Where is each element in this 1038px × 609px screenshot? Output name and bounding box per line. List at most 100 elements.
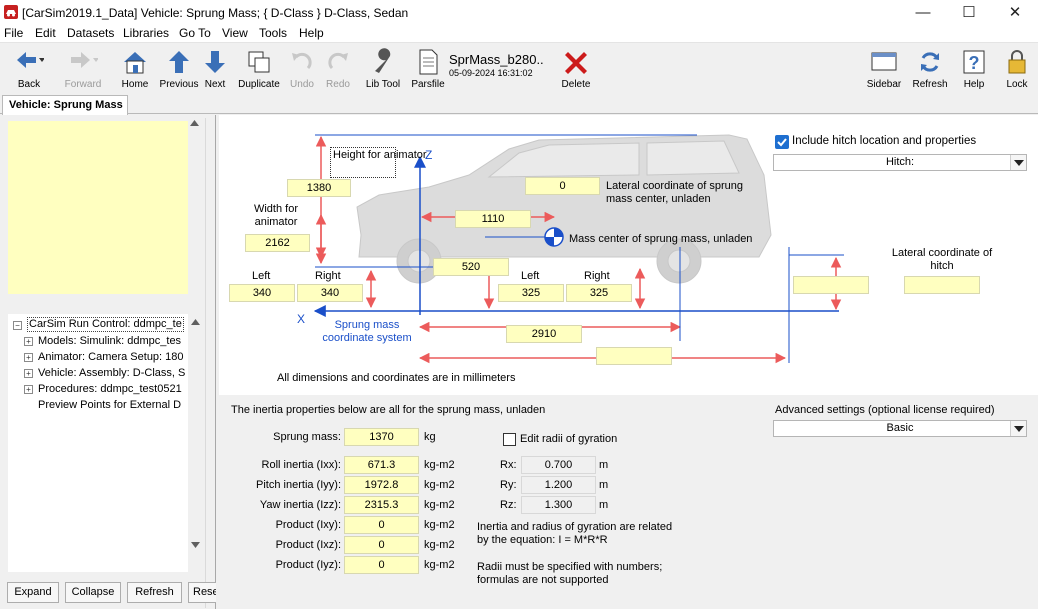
sprung-mass-diagram: Height for animator 1380 Width for anima… xyxy=(219,115,1038,395)
pitch-inertia-unit: kg-m2 xyxy=(424,479,455,491)
wheelbase-field[interactable]: 2910 xyxy=(506,325,582,343)
tree-item-preview-points[interactable]: Preview Points for External D xyxy=(8,397,186,413)
next-button[interactable]: Next xyxy=(196,46,234,92)
expand-toggle-icon[interactable]: + xyxy=(24,353,33,362)
advanced-settings-combo[interactable]: Basic xyxy=(773,420,1027,437)
refresh-tree-button[interactable]: Refresh xyxy=(127,582,182,603)
roll-inertia-field[interactable]: 671.3 xyxy=(344,456,419,474)
dataset-timestamp: 05-09-2024 16:31:02 xyxy=(449,68,533,78)
duplicate-button[interactable]: Duplicate xyxy=(237,46,281,92)
rear-left-field[interactable]: 325 xyxy=(498,284,564,302)
scroll-down-icon xyxy=(191,542,200,548)
document-icon xyxy=(419,49,438,75)
edit-radii-checkbox[interactable] xyxy=(503,433,516,446)
ry-unit: m xyxy=(599,479,609,491)
parsfile-button[interactable]: Parsfile xyxy=(410,46,446,92)
tree-scrollbar[interactable] xyxy=(188,314,203,572)
width-for-animator-field[interactable]: 2162 xyxy=(245,234,310,252)
units-note: All dimensions and coordinates are in mi… xyxy=(277,372,516,384)
home-button[interactable]: Home xyxy=(114,46,156,92)
cg-height-field[interactable]: 520 xyxy=(433,258,509,276)
expand-toggle-icon[interactable]: + xyxy=(24,385,33,394)
rx-label: Rx: xyxy=(500,459,517,471)
tree-item-run-control[interactable]: − CarSim Run Control: ddmpc_te xyxy=(8,317,186,333)
expand-toggle-icon[interactable]: + xyxy=(24,337,33,346)
lib-tool-button[interactable]: Lib Tool xyxy=(362,46,404,92)
gyration-equation-note: Inertia and radius of gyration are relat… xyxy=(477,521,673,546)
dataset-name: SprMass_b280.. xyxy=(449,52,544,67)
collapse-toggle-icon[interactable]: − xyxy=(13,321,22,330)
tree-item-animator[interactable]: + Animator: Camera Setup: 180 xyxy=(8,349,186,365)
expand-toggle-icon[interactable]: + xyxy=(24,369,33,378)
previous-button[interactable]: Previous xyxy=(158,46,200,92)
yaw-inertia-field[interactable]: 2315.3 xyxy=(344,496,419,514)
carsim-app-icon xyxy=(4,5,18,19)
hitch-lateral-field[interactable] xyxy=(904,276,980,294)
product-ixz-field[interactable]: 0 xyxy=(344,536,419,554)
notes-scrollbar[interactable] xyxy=(188,118,201,298)
rz-field[interactable]: 1.300 xyxy=(521,496,596,514)
hitch-x-field[interactable] xyxy=(596,347,672,365)
tree-item-vehicle-assembly[interactable]: + Vehicle: Assembly: D-Class, S xyxy=(8,365,186,381)
hitch-z-field[interactable] xyxy=(793,276,869,294)
lock-button[interactable]: Lock xyxy=(998,46,1036,92)
back-button[interactable]: Back xyxy=(4,46,54,92)
tab-strip: Vehicle: Sprung Mass xyxy=(0,93,1038,115)
delete-button[interactable]: Delete xyxy=(556,46,596,92)
tree-item-models[interactable]: + Models: Simulink: ddmpc_tes xyxy=(8,333,186,349)
tree-item-procedures[interactable]: + Procedures: ddmpc_test0521 xyxy=(8,381,186,397)
help-button[interactable]: ? Help xyxy=(954,46,994,92)
splitter[interactable] xyxy=(205,118,215,608)
product-ixy-unit: kg-m2 xyxy=(424,519,455,531)
refresh-toolbar-button[interactable]: Refresh xyxy=(910,46,950,92)
tab-vehicle-sprung-mass[interactable]: Vehicle: Sprung Mass xyxy=(2,95,128,115)
expand-button[interactable]: Expand xyxy=(7,582,59,603)
menu-tools[interactable]: Tools xyxy=(259,26,287,40)
reset-button[interactable]: Rese xyxy=(188,582,216,603)
sidebar-icon xyxy=(871,52,897,71)
forward-button[interactable]: Forward xyxy=(58,46,108,92)
hitch-lateral-label: Lateral coordinate of hitch xyxy=(891,247,993,272)
redo-button[interactable]: Redo xyxy=(320,46,356,92)
height-for-animator-field[interactable]: 1380 xyxy=(287,179,351,197)
undo-button[interactable]: Undo xyxy=(284,46,320,92)
front-left-field[interactable]: 340 xyxy=(229,284,295,302)
lateral-coordinate-field[interactable]: 0 xyxy=(525,177,600,195)
ry-field[interactable]: 1.200 xyxy=(521,476,596,494)
notes-area[interactable] xyxy=(8,121,188,294)
sprung-mass-field[interactable]: 1370 xyxy=(344,428,419,446)
menu-help[interactable]: Help xyxy=(299,26,324,40)
include-hitch-checkbox[interactable] xyxy=(775,135,789,149)
svg-text:?: ? xyxy=(969,53,980,73)
product-iyz-field[interactable]: 0 xyxy=(344,556,419,574)
refresh-icon xyxy=(921,52,939,72)
collapse-button[interactable]: Collapse xyxy=(65,582,121,603)
include-hitch-label: Include hitch location and properties xyxy=(792,135,977,147)
menu-bar: File Edit Datasets Libraries Go To View … xyxy=(0,25,1038,43)
hitch-combo[interactable]: Hitch: xyxy=(773,154,1027,171)
menu-datasets[interactable]: Datasets xyxy=(67,26,114,40)
menu-edit[interactable]: Edit xyxy=(35,26,56,40)
menu-view[interactable]: View xyxy=(222,26,248,40)
maximize-button[interactable]: ☐ xyxy=(946,0,992,25)
menu-file[interactable]: File xyxy=(4,26,23,40)
ry-label: Ry: xyxy=(500,479,517,491)
pitch-inertia-field[interactable]: 1972.8 xyxy=(344,476,419,494)
sidebar-button[interactable]: Sidebar xyxy=(864,46,904,92)
up-arrow-icon xyxy=(169,51,189,73)
roll-inertia-label: Roll inertia (Ixx): xyxy=(261,459,341,471)
rear-right-field[interactable]: 325 xyxy=(566,284,632,302)
z-axis-label: Z xyxy=(425,148,433,162)
menu-libraries[interactable]: Libraries xyxy=(123,26,169,40)
close-window-button[interactable]: ✕ xyxy=(992,0,1038,25)
mass-center-label: Mass center of sprung mass, unladen xyxy=(569,233,753,245)
product-ixy-field[interactable]: 0 xyxy=(344,516,419,534)
rear-right-label: Right xyxy=(584,270,610,282)
toolbar: Back Forward Home Previous Next Duplicat… xyxy=(0,44,1038,92)
front-right-field[interactable]: 340 xyxy=(297,284,363,302)
inertia-panel: The inertia properties below are all for… xyxy=(219,395,1038,609)
rx-field[interactable]: 0.700 xyxy=(521,456,596,474)
minimize-button[interactable]: — xyxy=(900,0,946,25)
menu-goto[interactable]: Go To xyxy=(179,26,211,40)
cg-x-field[interactable]: 1110 xyxy=(455,210,531,228)
